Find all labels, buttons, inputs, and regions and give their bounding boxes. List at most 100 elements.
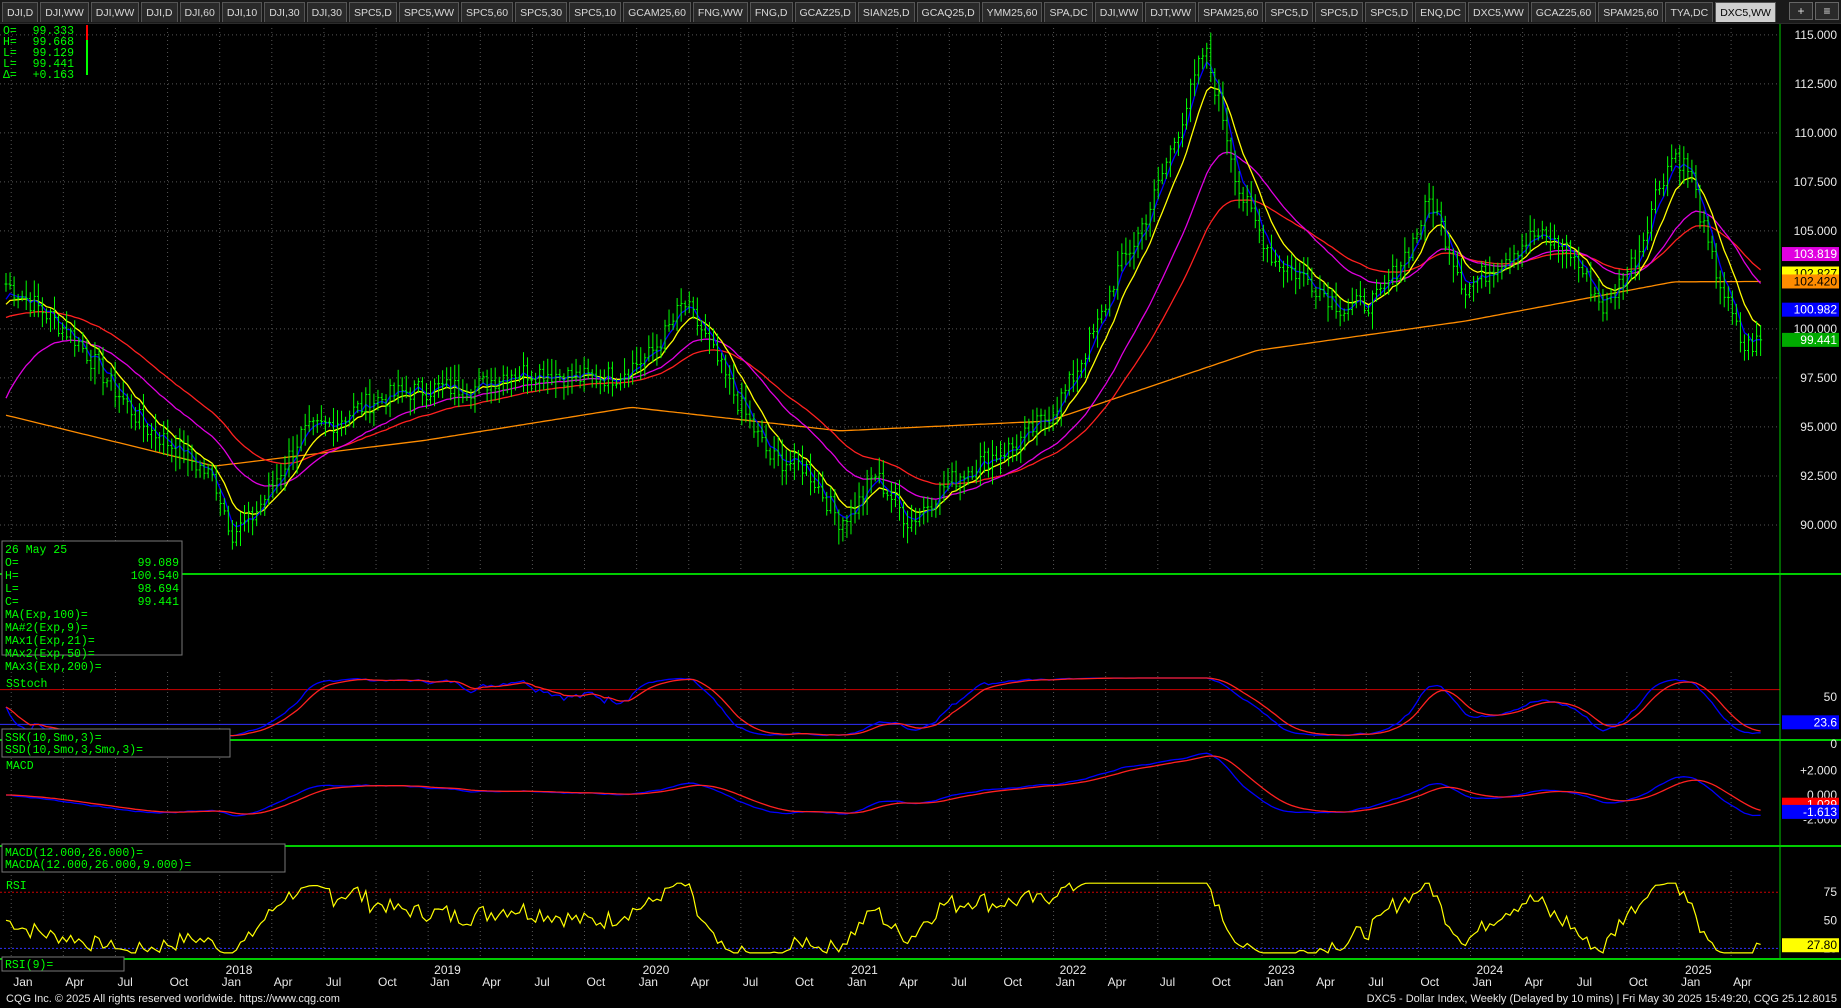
- info-close-label: C=: [5, 596, 19, 609]
- time-month-label: Jan: [1681, 975, 1700, 989]
- info-ma100-label: MA(Exp,100)=: [5, 609, 88, 622]
- info-ma9-label: MA#2(Exp,9)=: [5, 622, 88, 635]
- symbol-tab[interactable]: GCAZ25,60: [1530, 2, 1597, 22]
- time-month-label: Jul: [117, 975, 132, 989]
- symbol-tab[interactable]: ENQ,DC: [1415, 2, 1467, 22]
- time-month-label: Oct: [1629, 975, 1648, 989]
- readout-change-label: Δ=: [3, 69, 17, 82]
- readout-bar-down: [86, 25, 88, 40]
- time-month-label: Apr: [691, 975, 710, 989]
- rsi-legend: RSI(9)=: [5, 959, 53, 972]
- symbol-tab[interactable]: DJI,30: [264, 2, 305, 22]
- symbol-tab[interactable]: YMM25,60: [981, 2, 1043, 22]
- info-low-label: L=: [5, 583, 19, 596]
- time-month-label: Oct: [795, 975, 814, 989]
- indicator-badge-label: 27.80: [1807, 938, 1837, 952]
- sstoch-tick-label: 0: [1830, 737, 1837, 751]
- time-month-label: Jan: [430, 975, 449, 989]
- bar-info-box: 26 May 25 O= 99.089 H= 100.540 L= 98.694…: [1, 540, 183, 674]
- symbol-tab[interactable]: SPAM25,60: [1598, 2, 1664, 22]
- time-month-label: Jul: [326, 975, 341, 989]
- symbol-tab[interactable]: SIAN25,D: [857, 2, 915, 22]
- symbol-tab-bar: DJI,D DJI,WW DJI,WW DJI,D DJI,60 DJI,10 DJI,30…: [0, 0, 1841, 24]
- price-tick-label: 112.500: [1795, 77, 1838, 91]
- sstoch-tick-label: 50: [1824, 690, 1838, 704]
- symbol-tab[interactable]: DJI,D: [2, 2, 39, 22]
- chart-status-text: DXC5 - Dollar Index, Weekly (Delayed by …: [1366, 993, 1837, 1005]
- copyright-text: CQG Inc. © 2025 All rights reserved worl…: [6, 993, 340, 1005]
- time-month-label: Jan: [639, 975, 658, 989]
- symbol-tab[interactable]: SPA,DC: [1044, 2, 1093, 22]
- readout-bar-up: [86, 40, 88, 75]
- chart-area[interactable]: 115.000112.500110.000107.500105.000100.0…: [0, 24, 1841, 990]
- time-month-label: Jul: [1577, 975, 1592, 989]
- info-date: 26 May 25: [5, 544, 67, 557]
- price-tick-label: 97.500: [1800, 371, 1837, 385]
- symbol-tab[interactable]: SPC5,D: [348, 2, 397, 22]
- time-month-label: Oct: [1003, 975, 1022, 989]
- info-ma21-label: MAx1(Exp,21)=: [5, 635, 95, 648]
- time-month-label: Apr: [1316, 975, 1335, 989]
- symbol-tab[interactable]: DJI,10: [221, 2, 263, 22]
- symbol-tab[interactable]: FNG,WW: [692, 2, 748, 22]
- price-tick-label: 107.500: [1794, 175, 1838, 189]
- price-badge-label: 100.982: [1794, 303, 1838, 317]
- symbol-tab[interactable]: DJI,WW: [1094, 2, 1144, 22]
- sstoch-legend-d: SSD(10,Smo,3,Smo,3)=: [5, 744, 143, 757]
- symbol-tab[interactable]: GCAQ25,D: [916, 2, 980, 22]
- time-month-label: Oct: [1420, 975, 1439, 989]
- info-open-label: O=: [5, 557, 19, 570]
- time-month-label: Apr: [1525, 975, 1544, 989]
- symbol-tab[interactable]: GCAZ25,D: [794, 2, 856, 22]
- macd-legend-signal: MACDA(12.000,26.000,9.000)=: [5, 859, 191, 872]
- symbol-tab[interactable]: DXC5,WW: [1715, 2, 1776, 22]
- symbol-tab[interactable]: GCAM25,60: [623, 2, 691, 22]
- time-month-label: Jul: [1368, 975, 1383, 989]
- symbol-tab[interactable]: DJT,WW: [1145, 2, 1197, 22]
- info-high-value: 100.540: [131, 570, 179, 583]
- symbol-tab[interactable]: SPC5,D: [1315, 2, 1364, 22]
- time-month-label: Oct: [378, 975, 397, 989]
- info-ma50-label: MAx2(Exp,50)=: [5, 648, 95, 661]
- symbol-tab[interactable]: FNG,D: [749, 2, 793, 22]
- time-month-label: Jan: [13, 975, 32, 989]
- time-month-label: Apr: [274, 975, 293, 989]
- symbol-tab[interactable]: DJI,D: [141, 2, 178, 22]
- symbol-tab[interactable]: SPC5,60: [461, 2, 514, 22]
- time-month-label: Jul: [743, 975, 758, 989]
- macd-tick-label: +2.000: [1800, 763, 1837, 777]
- symbol-tab[interactable]: DJI,WW: [40, 2, 89, 22]
- symbol-tab[interactable]: SPAM25,60: [1198, 2, 1264, 22]
- status-footer: CQG Inc. © 2025 All rights reserved worl…: [0, 990, 1841, 1008]
- symbol-tab[interactable]: DJI,WW: [90, 2, 140, 22]
- tab-menu-button[interactable]: ≡: [1815, 2, 1839, 20]
- add-tab-button[interactable]: +: [1789, 2, 1813, 20]
- time-month-label: Jul: [534, 975, 549, 989]
- symbol-tab[interactable]: DJI,60: [179, 2, 220, 22]
- rsi-title: RSI: [6, 880, 27, 893]
- time-month-label: Jan: [847, 975, 866, 989]
- symbol-tab[interactable]: DXC5,WW: [1468, 2, 1529, 22]
- time-month-label: Jan: [1056, 975, 1075, 989]
- price-tick-label: 110.000: [1795, 126, 1838, 140]
- price-tick-label: 105.000: [1794, 224, 1838, 238]
- time-month-label: Jul: [951, 975, 966, 989]
- time-month-label: Jan: [1473, 975, 1492, 989]
- readout-change-value: +0.163: [33, 69, 75, 82]
- symbol-tab[interactable]: SPC5,WW: [398, 2, 460, 22]
- time-month-label: Oct: [170, 975, 189, 989]
- symbol-tab[interactable]: DJI,30: [306, 2, 347, 22]
- time-month-label: Apr: [482, 975, 501, 989]
- time-month-label: Oct: [587, 975, 606, 989]
- price-tick-label: 95.000: [1800, 420, 1837, 434]
- symbol-tab[interactable]: SPC5,D: [1265, 2, 1314, 22]
- symbol-tab[interactable]: SPC5,D: [1365, 2, 1414, 22]
- info-ma200-label: MAx3(Exp,200)=: [5, 661, 102, 674]
- symbol-tab[interactable]: SPC5,10: [569, 2, 622, 22]
- rsi-tick-label: 75: [1824, 885, 1838, 899]
- price-tick-label: 115.000: [1795, 28, 1838, 42]
- time-month-label: Apr: [1733, 975, 1752, 989]
- symbol-tab[interactable]: SPC5,30: [515, 2, 568, 22]
- symbol-tab[interactable]: TYA,DC: [1665, 2, 1714, 22]
- price-tick-label: 90.000: [1800, 518, 1837, 532]
